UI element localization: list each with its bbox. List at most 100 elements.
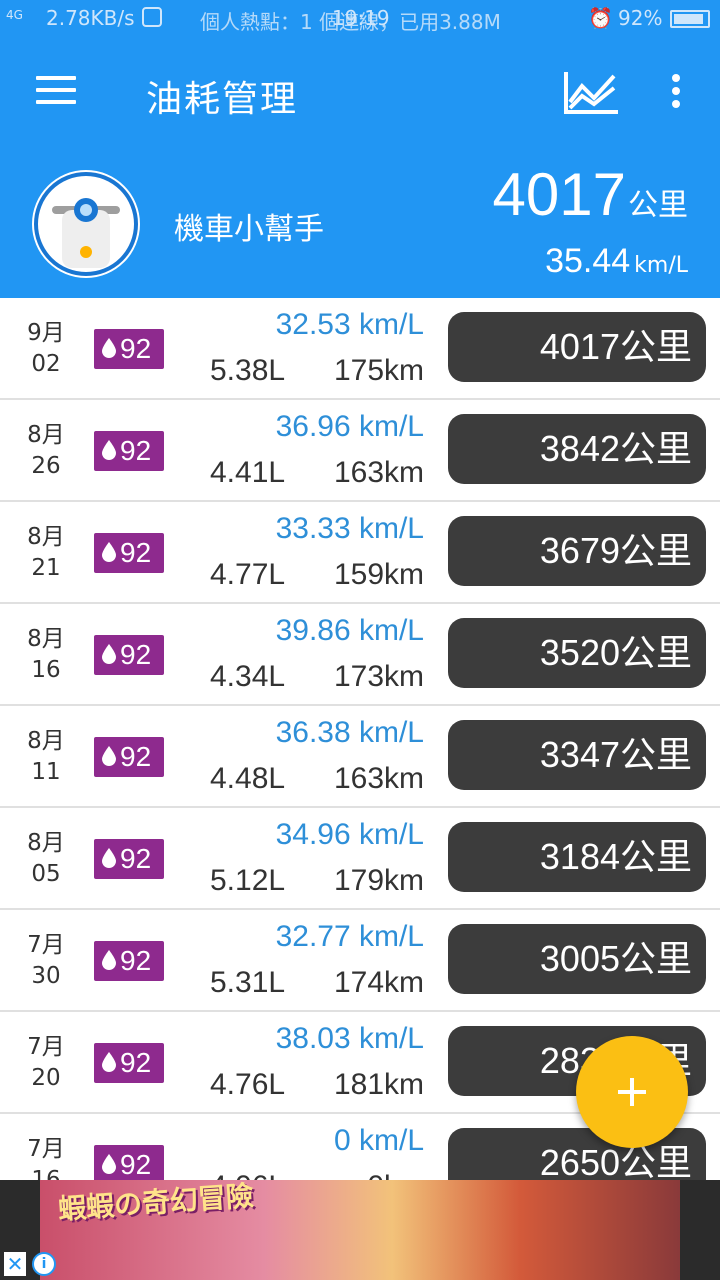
record-date: 7月 20 [14, 1032, 78, 1094]
record-date: 8月 05 [14, 828, 78, 890]
record-month: 8月 [27, 524, 65, 550]
more-vert-icon[interactable] [668, 74, 684, 112]
record-efficiency: 39.86 km/L [275, 614, 424, 647]
battery-percent: 92% [618, 6, 663, 30]
fuel-grade-badge: 92 [94, 329, 164, 369]
record-odometer: 3005公里 [448, 924, 706, 994]
record-odometer: 3184公里 [448, 822, 706, 892]
total-odometer-unit: 公里 [628, 188, 688, 223]
record-distance: 175km [333, 354, 424, 387]
average-efficiency: 35.44 km/L [545, 242, 688, 281]
record-day: 26 [31, 453, 61, 479]
record-day: 20 [31, 1065, 61, 1091]
app-header: 油耗管理 機車小幫手 4017公里 35.44 km/L [0, 36, 720, 298]
record-efficiency: 36.96 km/L [275, 410, 424, 443]
record-month: 7月 [27, 1034, 65, 1060]
record-distance: 159km [333, 558, 424, 591]
network-speed: 2.78KB/s [46, 6, 135, 30]
record-date: 8月 11 [14, 726, 78, 788]
record-odometer: 4017公里 [448, 312, 706, 382]
fuel-record-row[interactable]: 9月 02 92 32.53 km/L 5.38L 175km 4017公里 [0, 298, 720, 400]
fuel-drop-icon [102, 746, 116, 766]
fuel-drop-icon [102, 848, 116, 868]
scooter-icon [34, 172, 138, 276]
record-date: 8月 21 [14, 522, 78, 584]
record-odometer: 3679公里 [448, 516, 706, 586]
record-efficiency: 0 km/L [333, 1124, 424, 1157]
ad-banner-container: 蝦蝦の奇幻冒險 [0, 1180, 720, 1280]
status-bar: 4G 2.78KB/s 個人熱點：1 個連線，已用3.88M 19:19 ⏰ 9… [0, 0, 720, 36]
fuel-grade: 92 [120, 741, 152, 772]
record-month: 7月 [27, 932, 65, 958]
fuel-record-row[interactable]: 8月 21 92 33.33 km/L 4.77L 159km 3679公里 [0, 502, 720, 604]
fuel-drop-icon [102, 338, 116, 358]
record-liters: 4.06L [210, 1170, 285, 1180]
fuel-grade: 92 [120, 1149, 152, 1180]
add-record-button[interactable] [576, 1036, 688, 1148]
record-month: 8月 [27, 422, 65, 448]
record-day: 16 [31, 657, 61, 683]
record-month: 8月 [27, 728, 65, 754]
average-efficiency-value: 35.44 [545, 242, 631, 280]
fuel-grade: 92 [120, 843, 152, 874]
fuel-drop-icon [102, 1052, 116, 1072]
record-day: 21 [31, 555, 61, 581]
fuel-drop-icon [102, 440, 116, 460]
fuel-record-row[interactable]: 8月 16 92 39.86 km/L 4.34L 173km 3520公里 [0, 604, 720, 706]
fuel-record-row[interactable]: 7月 30 92 32.77 km/L 5.31L 174km 3005公里 [0, 910, 720, 1012]
fuel-grade: 92 [120, 333, 152, 364]
ad-banner[interactable]: 蝦蝦の奇幻冒險 [40, 1180, 680, 1280]
record-distance: 163km [333, 456, 424, 489]
record-distance: 163km [333, 762, 424, 795]
fuel-drop-icon [102, 1154, 116, 1174]
record-liters: 4.76L [210, 1068, 286, 1101]
fuel-grade-badge: 92 [94, 941, 164, 981]
fuel-drop-icon [102, 644, 116, 664]
record-odometer: 3520公里 [448, 618, 706, 688]
fuel-grade-badge: 92 [94, 839, 164, 879]
fuel-record-row[interactable]: 8月 26 92 36.96 km/L 4.41L 163km 3842公里 [0, 400, 720, 502]
record-efficiency: 36.38 km/L [275, 716, 424, 749]
record-liters: 5.31L [210, 966, 286, 999]
record-date: 7月 16 [14, 1134, 78, 1180]
total-odometer: 4017公里 [493, 160, 688, 229]
record-month: 7月 [27, 1136, 65, 1162]
fuel-grade-badge: 92 [94, 635, 164, 675]
record-date: 8月 16 [14, 624, 78, 686]
ad-close-icon[interactable]: ✕ [4, 1252, 26, 1276]
record-odometer: 2650公里 [448, 1128, 706, 1180]
fuel-grade-badge: 92 [94, 431, 164, 471]
record-efficiency: 34.96 km/L [275, 818, 424, 851]
fuel-record-row[interactable]: 8月 05 92 34.96 km/L 5.12L 179km 3184公里 [0, 808, 720, 910]
record-date: 9月 02 [14, 318, 78, 380]
vehicle-avatar[interactable] [32, 170, 140, 278]
network-indicator: 4G [6, 8, 23, 22]
fuel-drop-icon [102, 542, 116, 562]
record-distance: 179km [333, 864, 424, 897]
record-month: 8月 [27, 626, 65, 652]
ad-info-icon[interactable]: i [32, 1252, 56, 1276]
record-month: 8月 [27, 830, 65, 856]
line-chart-icon[interactable] [562, 68, 620, 116]
fuel-grade-badge: 92 [94, 1145, 164, 1180]
clock: 19:19 [332, 6, 390, 30]
record-liters: 4.77L [210, 558, 286, 591]
record-liters: 5.12L [210, 864, 286, 897]
fuel-grade-badge: 92 [94, 737, 164, 777]
record-date: 8月 26 [14, 420, 78, 482]
fuel-grade: 92 [120, 537, 152, 568]
battery-icon [670, 10, 710, 28]
ad-banner-text: 蝦蝦の奇幻冒險 [57, 1180, 255, 1226]
record-day: 30 [31, 963, 61, 989]
record-distance: 173km [333, 660, 424, 693]
record-distance: 174km [333, 966, 424, 999]
record-efficiency: 32.53 km/L [275, 308, 424, 341]
record-distance: 181km [333, 1068, 424, 1101]
fuel-record-row[interactable]: 8月 11 92 36.38 km/L 4.48L 163km 3347公里 [0, 706, 720, 808]
hamburger-menu-icon[interactable] [36, 76, 76, 108]
record-odometer: 3842公里 [448, 414, 706, 484]
fuel-grade-badge: 92 [94, 1043, 164, 1083]
record-efficiency: 33.33 km/L [275, 512, 424, 545]
app-root: 4G 2.78KB/s 個人熱點：1 個連線，已用3.88M 19:19 ⏰ 9… [0, 0, 720, 1280]
vehicle-name: 機車小幫手 [174, 212, 324, 247]
